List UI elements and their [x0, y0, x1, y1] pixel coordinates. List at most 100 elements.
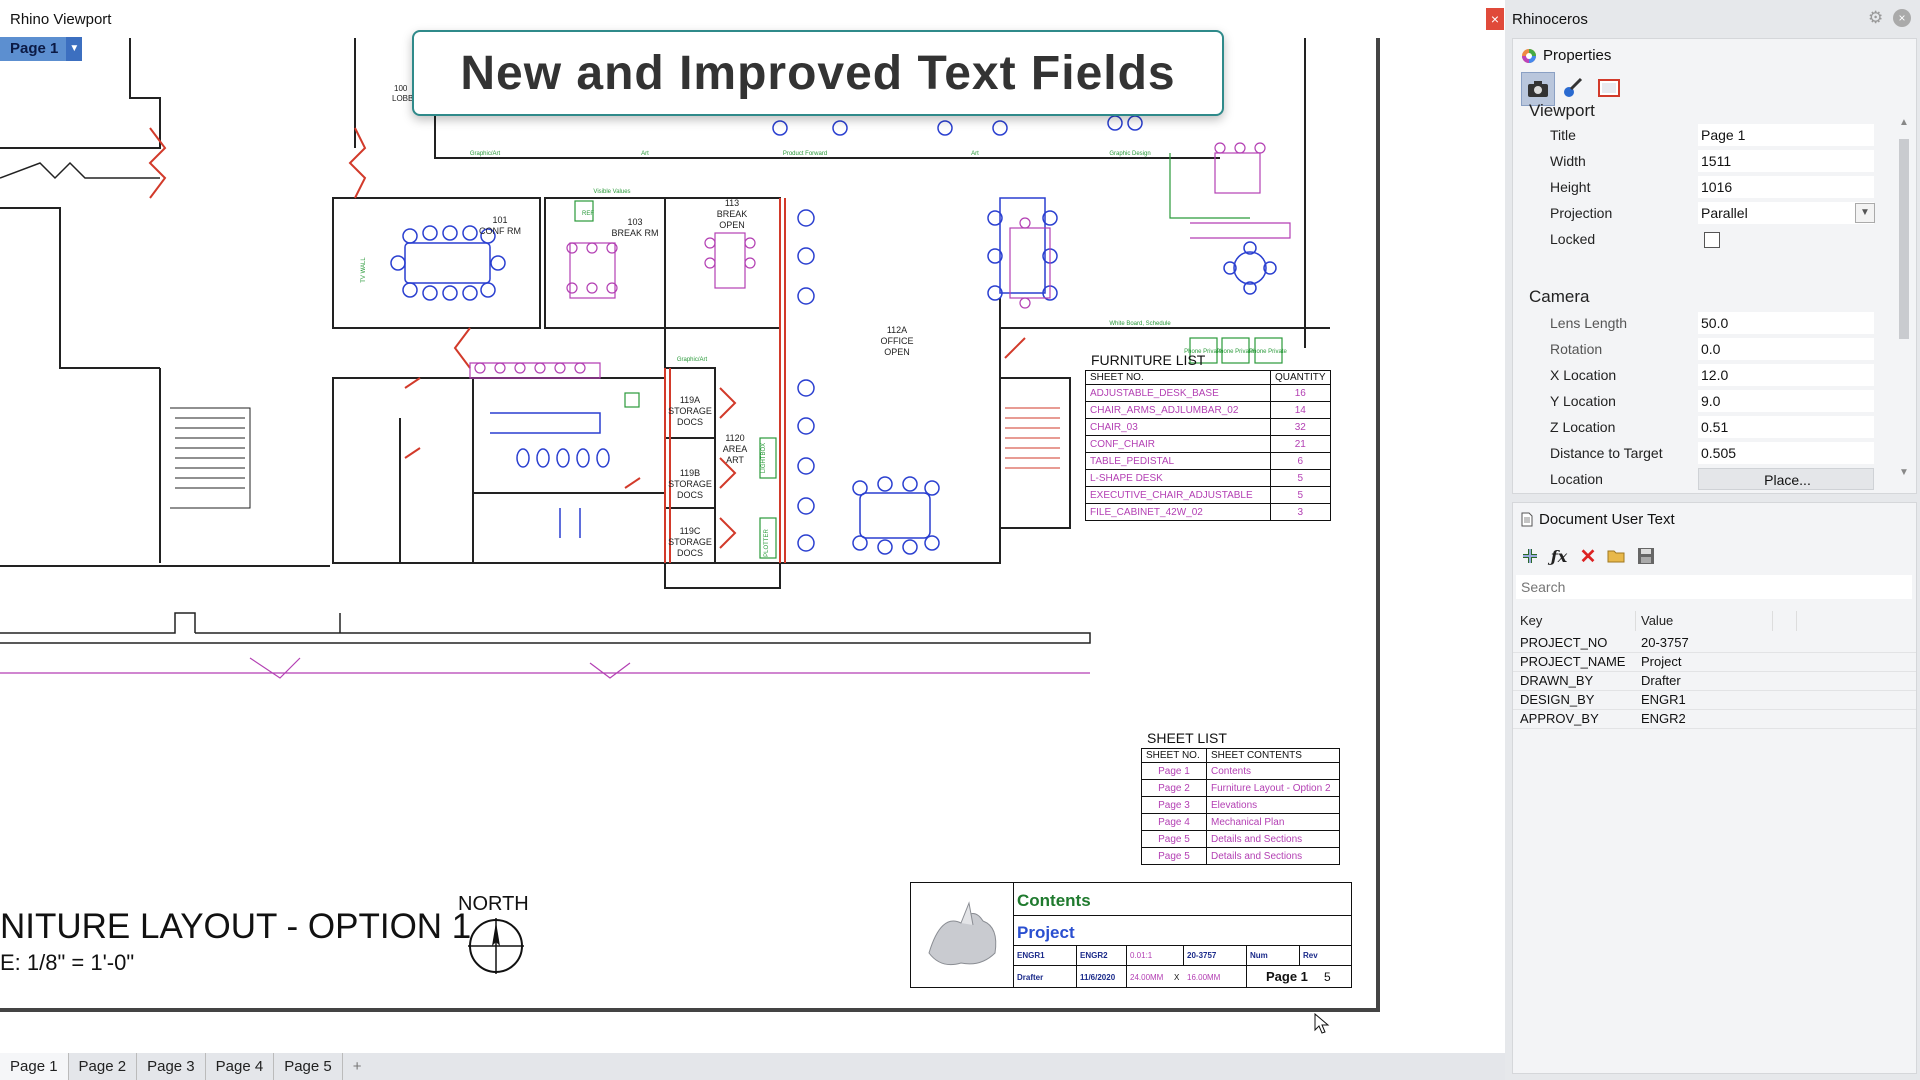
delete-icon[interactable]: ✕	[1577, 545, 1599, 568]
prop-lens-field[interactable]: 50.0	[1698, 312, 1874, 334]
folder-open-icon[interactable]	[1606, 545, 1628, 567]
table-row: L-SHAPE DESK 5	[1085, 469, 1331, 487]
furniture-name: CONF_CHAIR	[1085, 435, 1271, 453]
feature-banner: New and Improved Text Fields	[412, 30, 1224, 116]
user-text-value: Drafter	[1641, 673, 1681, 688]
furniture-qty: 5	[1270, 486, 1331, 504]
table-row[interactable]: APPROV_BY ENGR2	[1513, 709, 1916, 729]
rhino-viewport-window[interactable]: Rhino Viewport × 101 CONF RM 103 BREAK R…	[0, 0, 1505, 1080]
scrollbar-thumb[interactable]	[1899, 139, 1909, 339]
prop-distance-field[interactable]: 0.505	[1698, 442, 1874, 464]
furniture-name: FILE_CABINET_42W_02	[1085, 503, 1271, 521]
tb-engr1: ENGR1	[1017, 951, 1045, 960]
chevron-up-icon[interactable]: ▲	[1897, 117, 1911, 128]
prop-width-field[interactable]: 1511	[1698, 150, 1874, 172]
sheet-header-contents: SHEET CONTENTS	[1206, 748, 1340, 763]
room-label-area: AREA	[723, 444, 748, 454]
room-label-113: 113	[725, 198, 739, 208]
sheet-contents: Details and Sections	[1206, 830, 1340, 848]
room-label-119b: 119B	[680, 468, 700, 478]
scale-text: E: 1/8" = 1'-0"	[0, 950, 135, 975]
chevron-down-icon[interactable]: ▼	[1855, 203, 1875, 223]
prop-height-field[interactable]: 1016	[1698, 176, 1874, 198]
table-row: Page 5 Details and Sections	[1141, 847, 1340, 865]
viewport-title: Rhino Viewport	[10, 11, 112, 28]
section-camera: Camera	[1529, 287, 1590, 306]
page-selector[interactable]: Page 1 ▼	[0, 37, 83, 61]
prop-distance-label: Distance to Target	[1550, 445, 1663, 461]
furniture-name: TABLE_PEDISTAL	[1085, 452, 1271, 470]
prop-xloc-field[interactable]: 12.0	[1698, 364, 1874, 386]
save-icon[interactable]	[1635, 545, 1657, 567]
sheet-no: Page 1	[1141, 762, 1207, 780]
prop-yloc-field[interactable]: 9.0	[1698, 390, 1874, 412]
table-row[interactable]: DESIGN_BY ENGR1	[1513, 690, 1916, 710]
prop-height-label: Height	[1550, 179, 1591, 195]
furniture-qty: 21	[1270, 435, 1331, 453]
properties-panel[interactable]: Properties Viewport Title Page 1 Width 1…	[1512, 38, 1917, 494]
room-label-tv-wall: TV WALL	[361, 257, 367, 283]
tb-num: Num	[1250, 951, 1268, 960]
furniture-name: ADJUSTABLE_DESK_BASE	[1085, 384, 1271, 402]
room-label-lightbox: LIGHTBOX	[761, 443, 767, 473]
rhinoceros-panel[interactable]: Rhinoceros ⚙ × Properties Viewport Title…	[1505, 0, 1920, 1080]
room-label-storage-a: STORAGE	[668, 406, 712, 416]
search-input[interactable]	[1516, 575, 1912, 599]
furniture-qty: 14	[1270, 401, 1331, 419]
prop-distance-row: Distance to Target 0.505	[1543, 441, 1891, 465]
tab-page-1[interactable]: Page 1	[0, 1053, 69, 1080]
table-row: TABLE_PEDISTAL 6	[1085, 452, 1331, 470]
user-text-value: ENGR2	[1641, 711, 1686, 726]
prop-zloc-row: Z Location 0.51	[1543, 415, 1891, 439]
sheet-list[interactable]: SHEET LIST SHEET NO. SHEET CONTENTS Page …	[1141, 730, 1340, 865]
table-row: CHAIR_03 32	[1085, 418, 1331, 436]
title-block[interactable]: Contents Project ENGR1 ENGR2 0.01:1 20-3…	[910, 882, 1352, 988]
table-row[interactable]: PROJECT_NAME Project	[1513, 652, 1916, 672]
display-icon[interactable]	[1593, 72, 1625, 104]
tab-page-5[interactable]: Page 5	[274, 1053, 343, 1080]
tab-page-4[interactable]: Page 4	[206, 1053, 275, 1080]
furniture-qty: 3	[1270, 503, 1331, 521]
function-icon[interactable]: ƒx	[1548, 545, 1570, 567]
sheet-no: Page 5	[1141, 830, 1207, 848]
properties-header: Properties	[1521, 47, 1611, 64]
place-button[interactable]: Place...	[1698, 468, 1874, 490]
document-user-text-panel[interactable]: Document User Text ƒx ✕ Key Value PROJEC…	[1512, 502, 1917, 1074]
properties-scrollbar[interactable]: ▲ ▼	[1897, 117, 1911, 487]
table-row: CONF_CHAIR 21	[1085, 435, 1331, 453]
room-label-conf: CONF RM	[479, 226, 521, 236]
material-brush-icon[interactable]	[1557, 72, 1589, 104]
furniture-name: CHAIR_03	[1085, 418, 1271, 436]
table-row: Page 1 Contents	[1141, 762, 1340, 780]
chevron-down-icon[interactable]: ▼	[1897, 467, 1911, 478]
room-label-plotter: PLOTTER	[764, 528, 770, 556]
prop-xloc-row: X Location 12.0	[1543, 363, 1891, 387]
chevron-down-icon[interactable]: ▼	[66, 37, 83, 61]
table-row[interactable]: PROJECT_NO 20-3757	[1513, 633, 1916, 653]
page-selector-label[interactable]: Page 1	[0, 37, 67, 61]
user-text-key: PROJECT_NO	[1520, 635, 1608, 650]
prop-zloc-field[interactable]: 0.51	[1698, 416, 1874, 438]
prop-rotation-field[interactable]: 0.0	[1698, 338, 1874, 360]
furniture-header-sheet: SHEET NO.	[1085, 370, 1271, 385]
viewport-close-button[interactable]: ×	[1486, 8, 1504, 30]
panel-close-button[interactable]: ×	[1893, 9, 1911, 27]
room-label-docs-c: DOCS	[677, 548, 703, 558]
prop-title-field[interactable]: Page 1	[1698, 124, 1874, 146]
gear-icon[interactable]: ⚙	[1868, 8, 1883, 28]
mouse-cursor-icon	[1314, 1013, 1330, 1034]
prop-projection-select[interactable]: Parallel	[1698, 202, 1874, 224]
tab-page-2[interactable]: Page 2	[69, 1053, 138, 1080]
table-row[interactable]: DRAWN_BY Drafter	[1513, 671, 1916, 691]
layout-tabs[interactable]: Page 1 Page 2 Page 3 Page 4 Page 5 +	[0, 1053, 1505, 1080]
locked-checkbox[interactable]	[1704, 232, 1720, 248]
divider	[1126, 945, 1127, 987]
furniture-qty: 16	[1270, 384, 1331, 402]
user-text-key: PROJECT_NAME	[1520, 654, 1626, 669]
add-tab-button[interactable]: +	[343, 1058, 372, 1075]
furniture-list[interactable]: FURNITURE LIST SHEET NO. QUANTITY ADJUSTA…	[1085, 352, 1331, 521]
user-text-value: Project	[1641, 654, 1682, 669]
user-text-header: Document User Text	[1521, 511, 1675, 528]
tab-page-3[interactable]: Page 3	[137, 1053, 206, 1080]
add-icon[interactable]	[1519, 545, 1541, 567]
